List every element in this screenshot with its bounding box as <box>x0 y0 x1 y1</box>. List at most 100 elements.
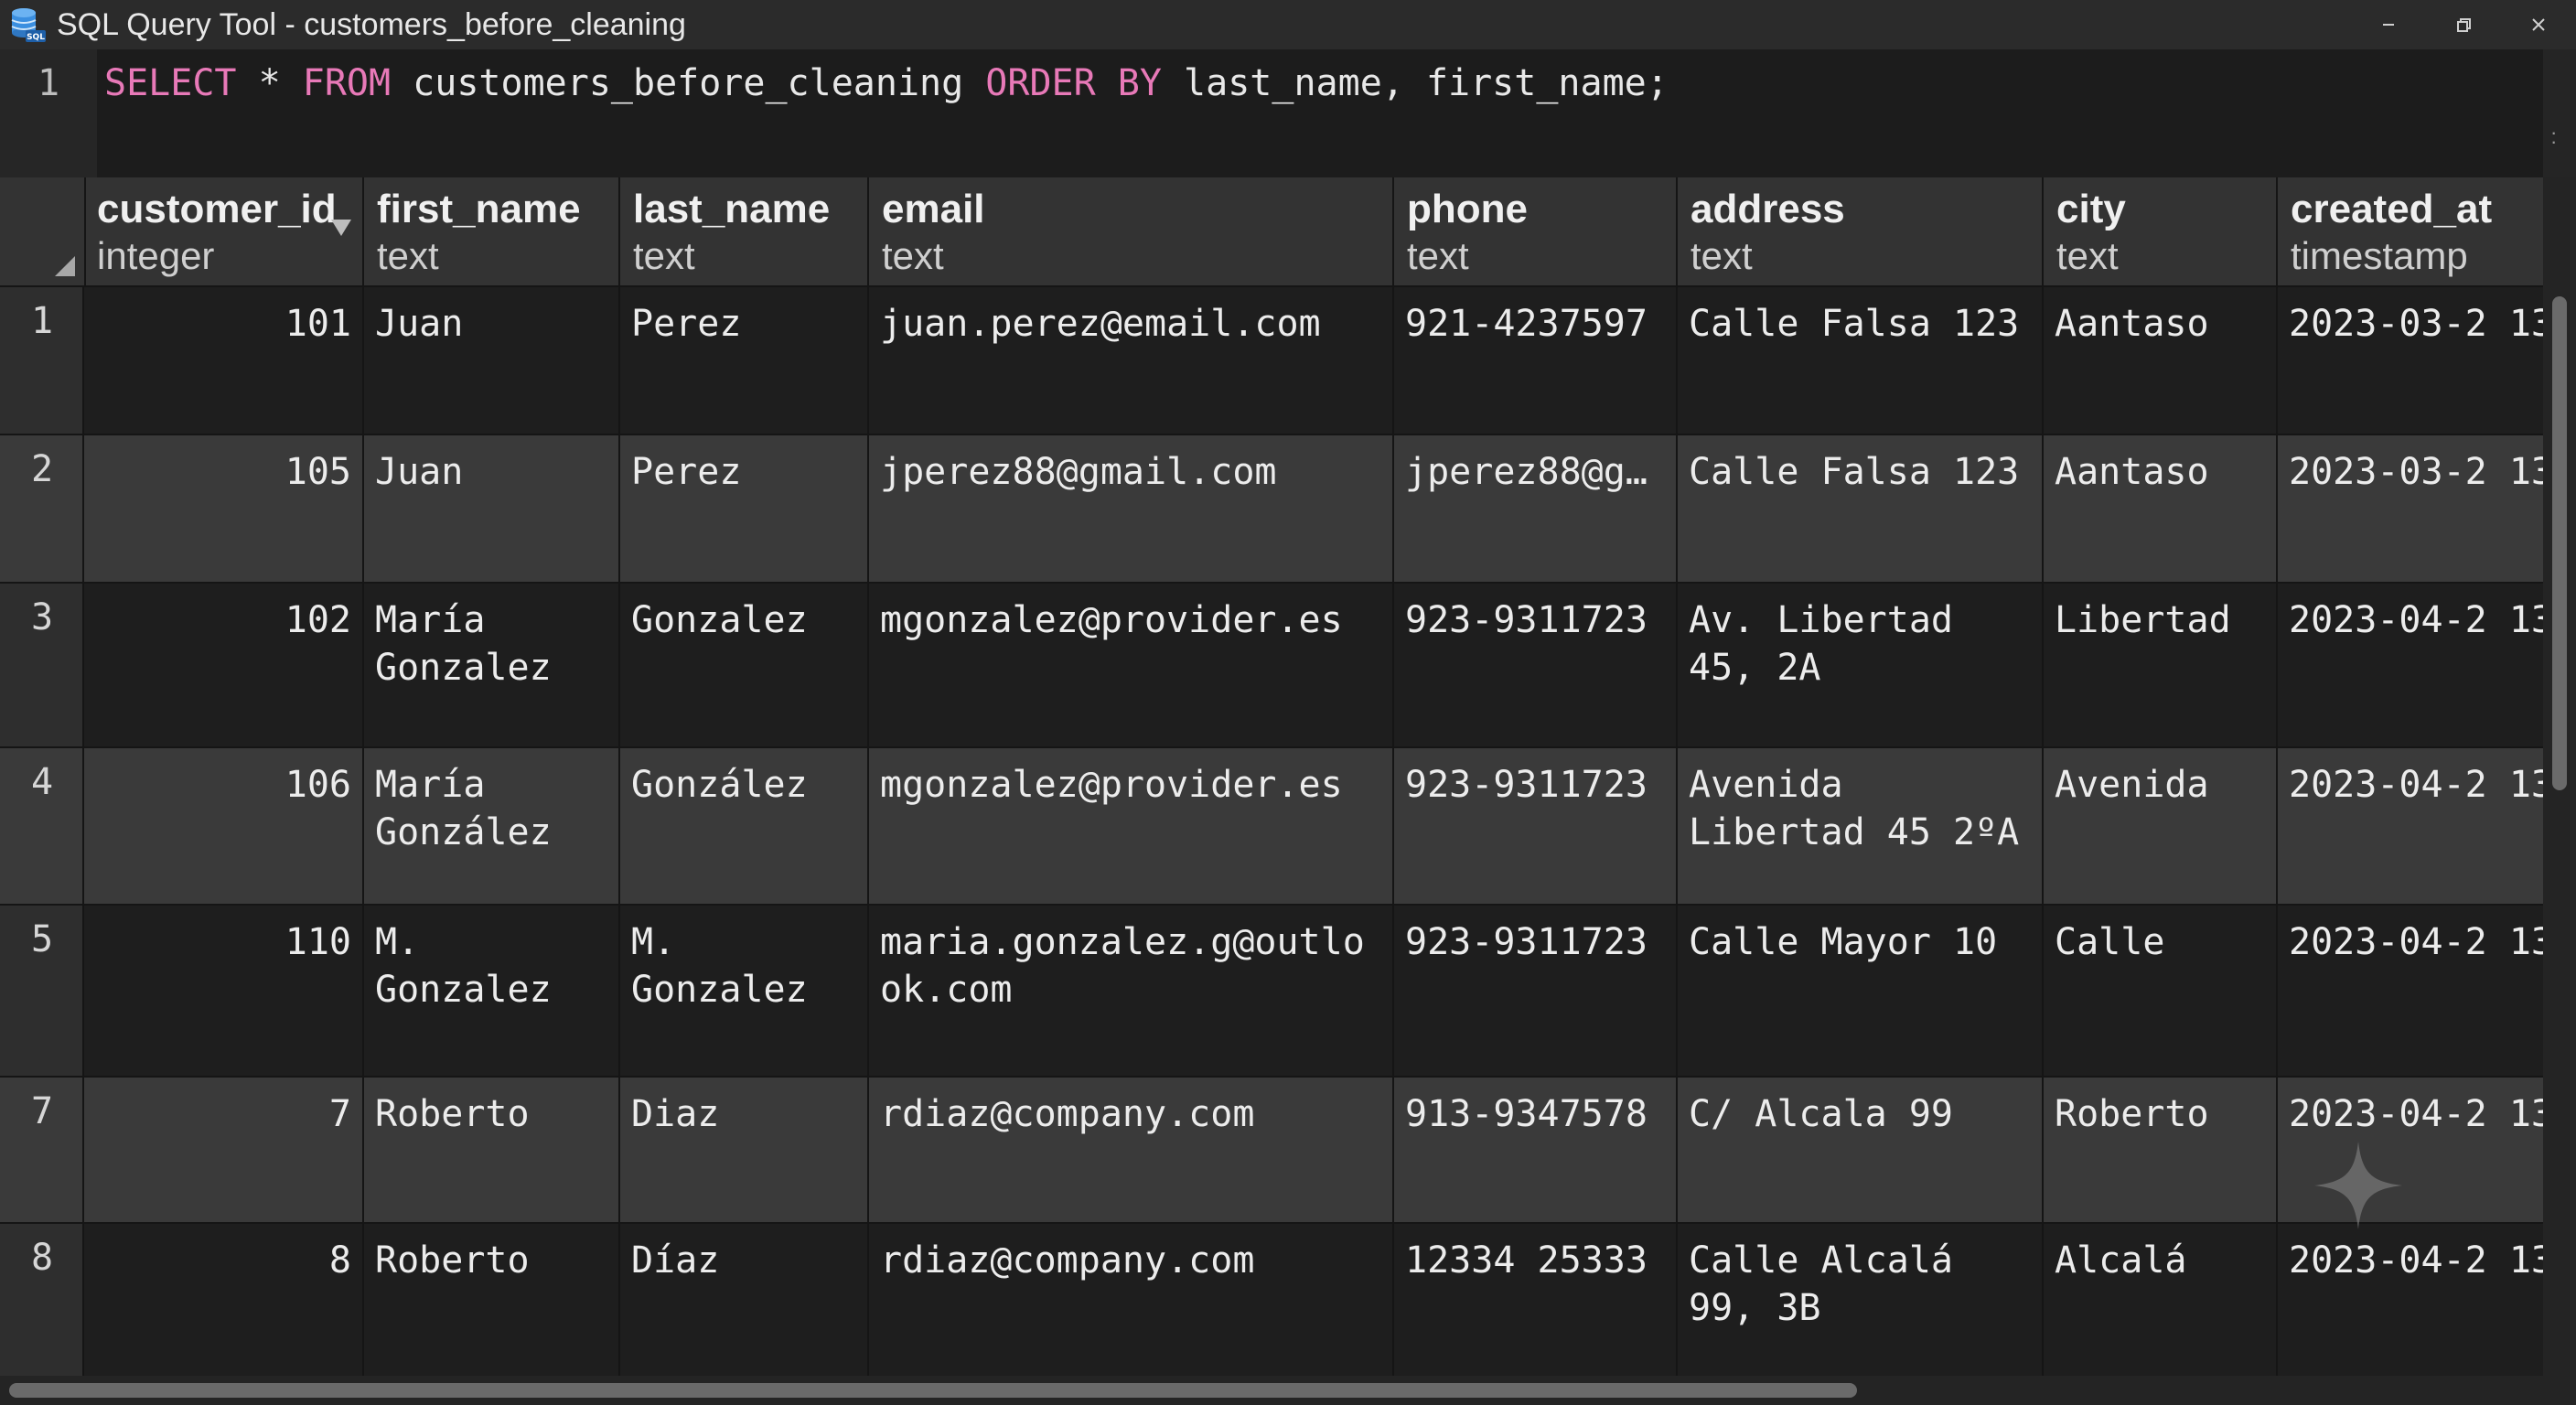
cell-customer_id[interactable]: 106 <box>84 748 364 904</box>
cell-last_name[interactable]: Díaz <box>620 1224 869 1383</box>
cell-first_name[interactable]: M. Gonzalez <box>364 906 620 1076</box>
table-row[interactable]: 8 8 Roberto Díaz rdiaz@company.com 12334… <box>0 1224 2543 1385</box>
cell-email[interactable]: mgonzalez@provider.es <box>869 748 1394 904</box>
cell-customer_id[interactable]: 110 <box>84 906 364 1076</box>
table-row[interactable]: 5 110 M. Gonzalez M. Gonzalez maria.gonz… <box>0 906 2543 1078</box>
table-row[interactable]: 2 105 Juan Perez jperez88@gmail.com jper… <box>0 435 2543 584</box>
row-number-label: 4 <box>31 761 54 803</box>
cell-customer_id[interactable]: 102 <box>84 584 364 746</box>
line-number: 1 <box>37 62 60 104</box>
cell-first_name[interactable]: Roberto <box>364 1078 620 1222</box>
cell-created_at[interactable]: 2023-03-2 13 <box>2278 287 2543 434</box>
cell-customer_id[interactable]: 8 <box>84 1224 364 1383</box>
minimize-button[interactable] <box>2351 0 2426 49</box>
column-name: city <box>2056 187 2126 231</box>
cell-last_name[interactable]: Perez <box>620 435 869 582</box>
editor-scrollbar[interactable]: · · <box>2543 49 2576 177</box>
cell-email[interactable]: maria.gonzalez.g@outlook.com <box>869 906 1394 1076</box>
cell-phone[interactable]: 923-9311723 <box>1394 584 1678 746</box>
column-header-customer_id[interactable]: customer_id integer <box>84 177 364 285</box>
cell-address[interactable]: Av. Libertad 45, 2A <box>1678 584 2044 746</box>
cell-address[interactable]: Calle Alcalá 99, 3B <box>1678 1224 2044 1383</box>
cell-address[interactable]: Calle Falsa 123 <box>1678 287 2044 434</box>
cell-city[interactable]: Aantaso <box>2044 287 2278 434</box>
vertical-scroll-thumb[interactable] <box>2552 296 2567 790</box>
cell-city[interactable]: Calle <box>2044 906 2278 1076</box>
cell-created_at[interactable]: 2023-04-2 13 <box>2278 1224 2543 1383</box>
keyword-from: FROM <box>302 62 392 104</box>
cell-address[interactable]: C/ Alcala 99 <box>1678 1078 2044 1222</box>
token-table: customers_before_cleaning <box>391 62 986 104</box>
cell-email[interactable]: juan.perez@email.com <box>869 287 1394 434</box>
cell-city[interactable]: Roberto <box>2044 1078 2278 1222</box>
cell-first_name[interactable]: Roberto <box>364 1224 620 1383</box>
row-number[interactable]: 5 <box>0 906 84 1076</box>
editor-gutter: 1 <box>0 49 97 177</box>
cell-phone[interactable]: 923-9311723 <box>1394 906 1678 1076</box>
cell-last_name[interactable]: Diaz <box>620 1078 869 1222</box>
column-header-last_name[interactable]: last_name text <box>620 177 869 285</box>
sql-editor[interactable]: 1 SELECT * FROM customers_before_cleanin… <box>0 49 2576 177</box>
horizontal-scrollbar[interactable] <box>0 1376 2576 1405</box>
cell-last_name[interactable]: Gonzalez <box>620 584 869 746</box>
column-header-created_at[interactable]: created_at timestamp <box>2278 177 2543 285</box>
row-number[interactable]: 8 <box>0 1224 84 1383</box>
restore-button[interactable] <box>2426 0 2501 49</box>
column-header-phone[interactable]: phone text <box>1394 177 1678 285</box>
cell-email[interactable]: jperez88@gmail.com <box>869 435 1394 582</box>
cell-first_name[interactable]: Juan <box>364 435 620 582</box>
close-button[interactable] <box>2501 0 2576 49</box>
cell-email[interactable]: rdiaz@company.com <box>869 1224 1394 1383</box>
database-icon: SQL <box>11 8 46 42</box>
select-all-corner[interactable] <box>0 177 86 285</box>
cell-email[interactable]: rdiaz@company.com <box>869 1078 1394 1222</box>
sql-query-line[interactable]: SELECT * FROM customers_before_cleaning … <box>104 62 1669 104</box>
cell-phone[interactable]: 921-4237597 <box>1394 287 1678 434</box>
horizontal-scroll-thumb[interactable] <box>9 1383 1857 1398</box>
cell-first_name[interactable]: Juan <box>364 287 620 434</box>
row-number[interactable]: 2 <box>0 435 84 582</box>
vertical-scrollbar[interactable] <box>2543 177 2576 1376</box>
sort-down-icon[interactable] <box>331 220 351 236</box>
cell-address[interactable]: Calle Mayor 10 <box>1678 906 2044 1076</box>
cell-created_at[interactable]: 2023-04-2 13 <box>2278 906 2543 1076</box>
cell-phone[interactable]: jperez88@gmail.com <box>1394 435 1678 582</box>
cell-address[interactable]: Avenida Libertad 45 2ºA <box>1678 748 2044 904</box>
column-header-first_name[interactable]: first_name text <box>364 177 620 285</box>
cell-first_name[interactable]: María González <box>364 748 620 904</box>
cell-email[interactable]: mgonzalez@provider.es <box>869 584 1394 746</box>
table-row[interactable]: 1 101 Juan Perez juan.perez@email.com 92… <box>0 287 2543 435</box>
cell-last_name[interactable]: M. Gonzalez <box>620 906 869 1076</box>
cell-city[interactable]: Alcalá <box>2044 1224 2278 1383</box>
table-row[interactable]: 4 106 María González González mgonzalez@… <box>0 748 2543 906</box>
row-number[interactable]: 3 <box>0 584 84 746</box>
cell-first_name[interactable]: María Gonzalez <box>364 584 620 746</box>
column-header-address[interactable]: address text <box>1678 177 2044 285</box>
cell-city[interactable]: Aantaso <box>2044 435 2278 582</box>
table-row[interactable]: 7 7 Roberto Diaz rdiaz@company.com 913-9… <box>0 1078 2543 1224</box>
cell-customer_id[interactable]: 7 <box>84 1078 364 1222</box>
row-number[interactable]: 1 <box>0 287 84 434</box>
table-row[interactable]: 3 102 María Gonzalez Gonzalez mgonzalez@… <box>0 584 2543 748</box>
close-icon <box>2532 18 2545 31</box>
column-header-city[interactable]: city text <box>2044 177 2278 285</box>
cell-phone[interactable]: 913-9347578 <box>1394 1078 1678 1222</box>
cell-address[interactable]: Calle Falsa 123 <box>1678 435 2044 582</box>
cell-last_name[interactable]: González <box>620 748 869 904</box>
column-name: last_name <box>633 187 831 231</box>
cell-phone[interactable]: 923-9311723 <box>1394 748 1678 904</box>
cell-created_at[interactable]: 2023-03-2 13 <box>2278 435 2543 582</box>
cell-customer_id[interactable]: 101 <box>84 287 364 434</box>
cell-last_name[interactable]: Perez <box>620 287 869 434</box>
row-number[interactable]: 7 <box>0 1078 84 1222</box>
cell-city[interactable]: Avenida <box>2044 748 2278 904</box>
cell-phone[interactable]: 12334 25333 <box>1394 1224 1678 1383</box>
cell-city[interactable]: Libertad <box>2044 584 2278 746</box>
cell-created_at[interactable]: 2023-04-2 13 <box>2278 748 2543 904</box>
row-number[interactable]: 4 <box>0 748 84 904</box>
cell-created_at[interactable]: 2023-04-2 13 <box>2278 584 2543 746</box>
cell-customer_id[interactable]: 105 <box>84 435 364 582</box>
more-options-icon[interactable]: · · <box>2550 123 2557 152</box>
row-number-label: 7 <box>31 1090 54 1132</box>
column-header-email[interactable]: email text <box>869 177 1394 285</box>
